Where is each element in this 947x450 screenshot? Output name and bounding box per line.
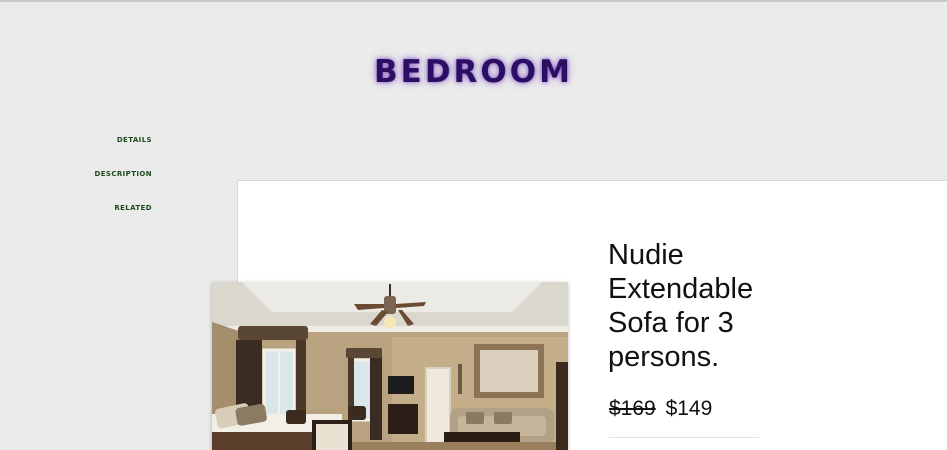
sale-price: $149 bbox=[665, 397, 713, 420]
page-title: BEDROOM bbox=[374, 54, 573, 90]
nav-link-description[interactable]: DESCRIPTION bbox=[60, 169, 152, 203]
price-row: $169 $149 bbox=[609, 397, 712, 421]
original-price: $169 bbox=[609, 397, 656, 420]
side-nav: DETAILS DESCRIPTION RELATED bbox=[60, 135, 152, 237]
nav-link-details[interactable]: DETAILS bbox=[60, 135, 152, 169]
bedroom-photo-image bbox=[212, 282, 568, 450]
divider bbox=[609, 437, 759, 438]
product-photo[interactable] bbox=[212, 282, 568, 450]
nav-link-related[interactable]: RELATED bbox=[60, 203, 152, 237]
product-name: Nudie Extendable Sofa for 3 persons. bbox=[608, 239, 754, 373]
top-rule bbox=[0, 0, 947, 2]
